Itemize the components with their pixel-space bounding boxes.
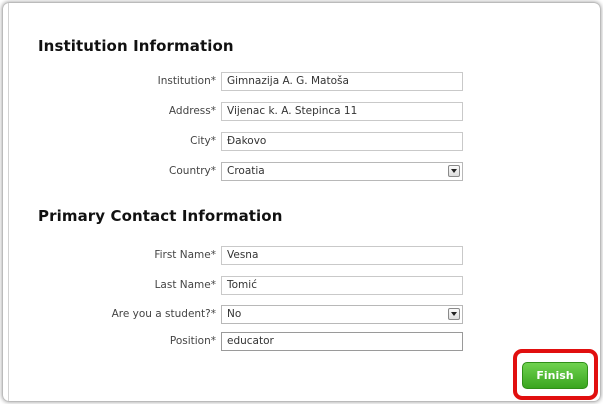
student-select-value: No xyxy=(227,308,242,320)
country-select-value: Croatia xyxy=(227,165,265,177)
institution-label: Institution* xyxy=(157,75,216,87)
student-label: Are you a student?* xyxy=(111,308,216,320)
city-label: City* xyxy=(190,135,216,147)
chevron-down-icon[interactable] xyxy=(448,165,460,177)
student-select[interactable]: No xyxy=(221,305,463,324)
finish-button[interactable]: Finish xyxy=(522,362,588,389)
institution-input[interactable]: Gimnazija A. G. Matoša xyxy=(221,72,463,91)
address-input[interactable]: Vijenac k. A. Stepinca 11 xyxy=(221,102,463,121)
first-name-label: First Name* xyxy=(154,249,216,261)
city-input[interactable]: Đakovo xyxy=(221,132,463,151)
address-label: Address* xyxy=(168,105,216,117)
position-input[interactable]: educator xyxy=(221,332,463,351)
last-name-input[interactable]: Tomić xyxy=(221,276,463,295)
last-name-label: Last Name* xyxy=(154,279,216,291)
first-name-input[interactable]: Vesna xyxy=(221,246,463,265)
country-label: Country* xyxy=(169,165,216,177)
position-label: Position* xyxy=(169,335,216,347)
chevron-down-icon[interactable] xyxy=(448,308,460,320)
country-select[interactable]: Croatia xyxy=(221,162,463,181)
institution-section-title: Institution Information xyxy=(38,37,234,55)
contact-section-title: Primary Contact Information xyxy=(38,207,283,225)
